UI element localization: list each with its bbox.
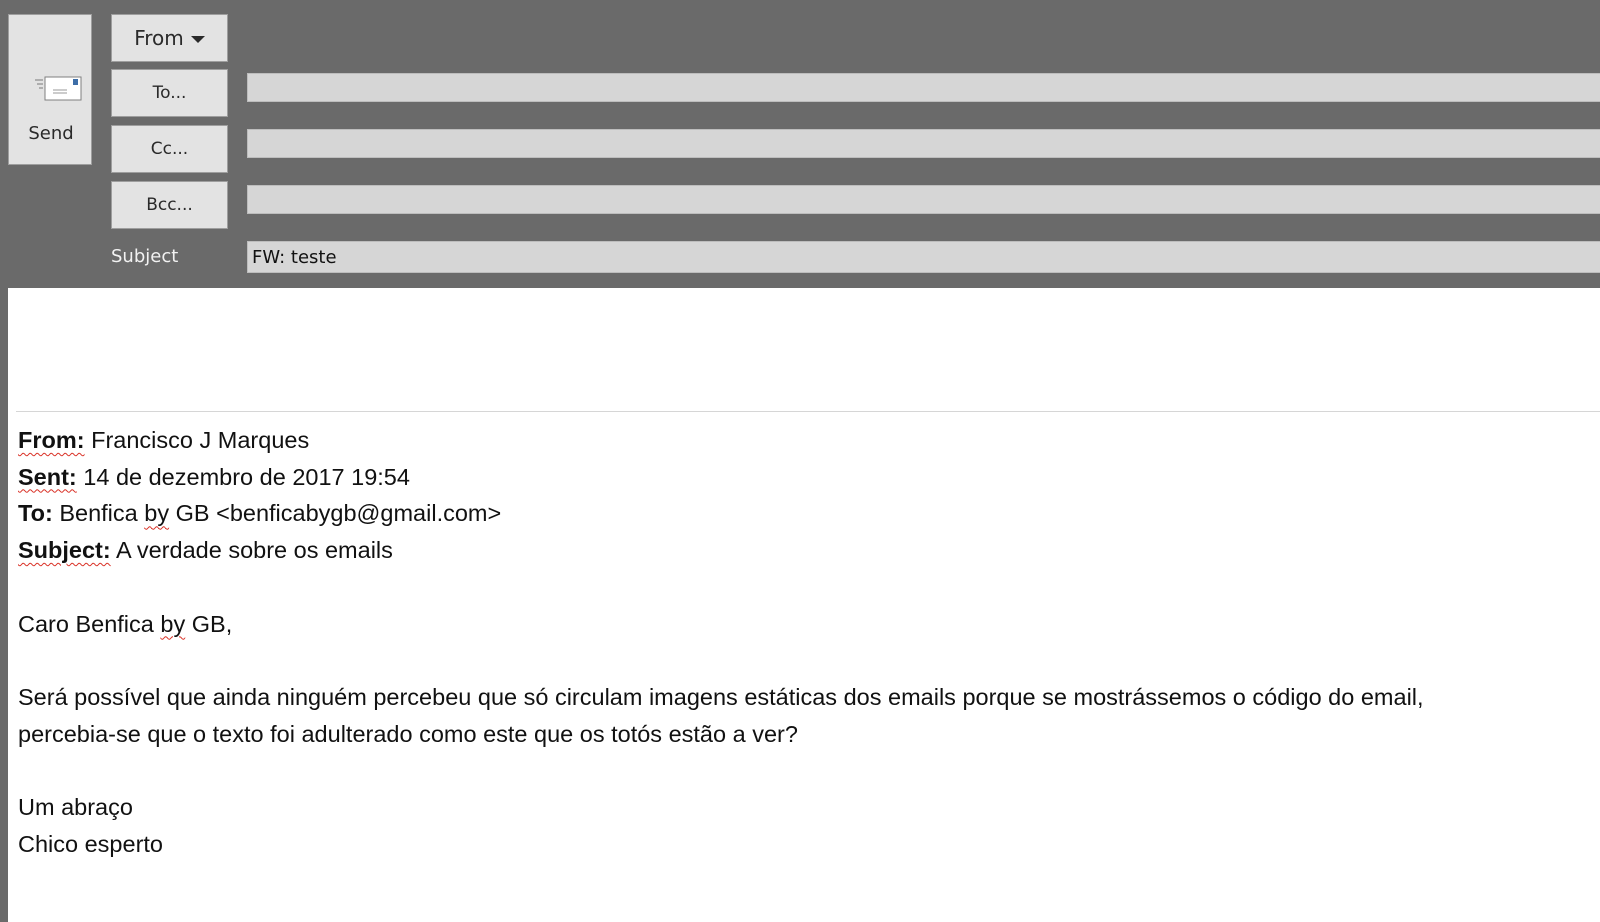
from-value: Francisco J Marques: [91, 427, 310, 453]
to-line: To: Benfica by GB <benficabygb@gmail.com…: [18, 495, 1588, 532]
sent-key: Sent:: [18, 463, 77, 490]
cc-field[interactable]: [247, 129, 1600, 158]
to-key: To:: [18, 500, 53, 527]
from-button[interactable]: From: [111, 14, 228, 62]
sent-line: Sent: 14 de dezembro de 2017 19:54: [18, 459, 1588, 496]
subject-field[interactable]: [247, 241, 1600, 273]
greeting-prefix: Caro Benfica: [18, 610, 154, 637]
greeting-rest: GB,: [191, 610, 233, 637]
subject-label: Subject: [111, 246, 179, 267]
to-value-by: by: [144, 500, 170, 527]
subject-line: Subject: A verdade sobre os emails: [18, 532, 1588, 569]
from-label: From: [134, 26, 184, 50]
subject-key: Subject:: [18, 537, 111, 564]
greeting-line: Caro Benfica by GB,: [18, 606, 1588, 643]
envelope-icon: [35, 76, 82, 101]
message-body[interactable]: From: Francisco J Marques Sent: 14 de de…: [8, 288, 1600, 922]
forward-divider: [16, 411, 1600, 412]
send-button[interactable]: Send: [8, 14, 92, 165]
compose-header: Send From To... Cc... Bcc... Subject: [0, 0, 1600, 288]
sent-value: 14 de dezembro de 2017 19:54: [83, 463, 410, 490]
to-value-prefix: Benfica: [59, 500, 138, 527]
to-value-rest: GB <benficabygb@gmail.com>: [175, 500, 502, 527]
compose-window: Send From To... Cc... Bcc... Subject Fro…: [0, 0, 1600, 922]
send-label: Send: [28, 123, 74, 144]
cc-button[interactable]: Cc...: [111, 125, 228, 173]
caret-down-icon: [190, 35, 205, 43]
greeting-by: by: [160, 610, 186, 637]
forwarded-message: From: Francisco J Marques Sent: 14 de de…: [18, 422, 1588, 862]
from-key: From:: [18, 427, 85, 453]
signature-line: Chico esperto: [18, 830, 163, 857]
cc-label: Cc...: [150, 139, 189, 159]
signoff-line: Um abraço: [18, 793, 133, 820]
to-label: To...: [152, 83, 187, 103]
bcc-button[interactable]: Bcc...: [111, 181, 228, 229]
bcc-label: Bcc...: [146, 195, 193, 215]
bcc-field[interactable]: [247, 185, 1600, 214]
from-line: From: Francisco J Marques: [18, 422, 1588, 459]
subject-value: A verdade sobre os emails: [115, 537, 393, 564]
to-button[interactable]: To...: [111, 69, 228, 117]
paragraph-line-1: Será possível que ainda ninguém percebeu…: [18, 683, 1424, 710]
paragraph-line-2: percebia-se que o texto foi adulterado c…: [18, 720, 798, 747]
to-field[interactable]: [247, 73, 1600, 102]
